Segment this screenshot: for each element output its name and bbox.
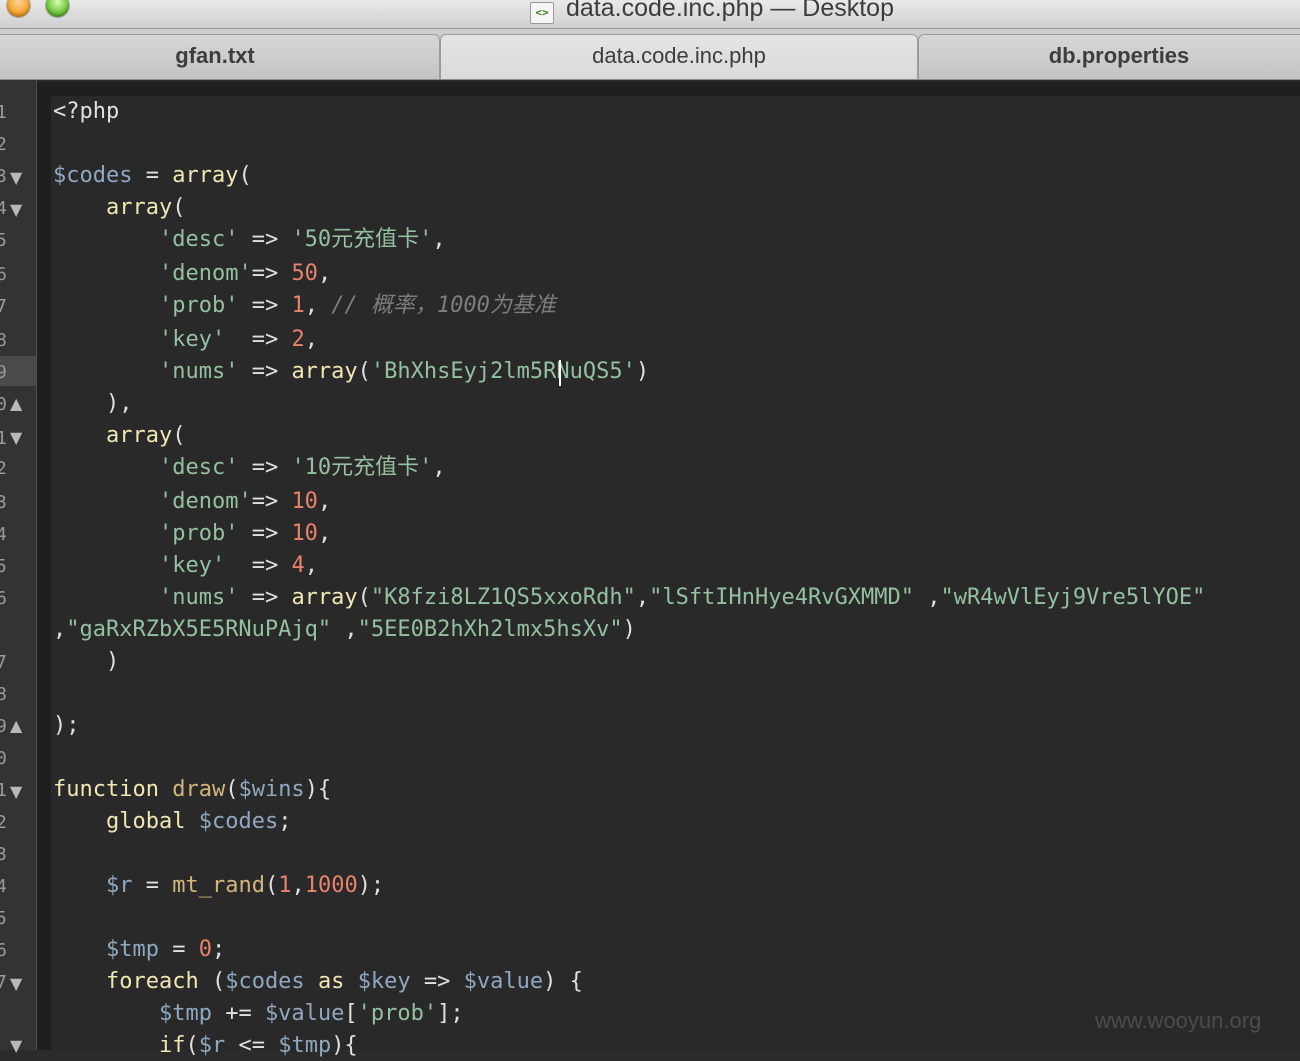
php-file-icon: <> bbox=[530, 2, 554, 24]
code-line[interactable]: 'key' => 4, bbox=[53, 551, 318, 581]
code-line[interactable]: 'denom'=> 10, bbox=[53, 487, 331, 517]
code-line[interactable]: 'desc' => '10元充值卡', bbox=[53, 453, 446, 483]
line-number: 3 bbox=[0, 166, 7, 187]
line-number: 5 bbox=[0, 230, 7, 251]
fold-collapse-icon[interactable]: ▼ bbox=[10, 428, 22, 447]
line-number: 7 bbox=[0, 972, 7, 993]
zoom-window-button[interactable] bbox=[46, 0, 69, 17]
code-line[interactable]: array( bbox=[53, 193, 185, 223]
code-line[interactable]: 'prob' => 10, bbox=[53, 519, 331, 549]
fold-expand-icon[interactable]: ▲ bbox=[10, 716, 22, 735]
code-line[interactable]: ); bbox=[53, 711, 80, 741]
line-number: 8 bbox=[0, 684, 7, 705]
fold-collapse-icon[interactable]: ▼ bbox=[10, 1036, 22, 1055]
code-line[interactable]: foreach ($codes as $key => $value) { bbox=[53, 967, 583, 997]
line-number: 6 bbox=[0, 588, 7, 609]
code-line[interactable]: 'desc' => '50元充值卡', bbox=[53, 225, 446, 255]
code-line[interactable]: function draw($wins){ bbox=[53, 775, 331, 805]
line-number: 4 bbox=[0, 524, 7, 545]
tab-bar: gfan.txt db.properties data.code.inc.php bbox=[0, 29, 1300, 80]
code-line[interactable]: 'key' => 2, bbox=[53, 325, 318, 355]
fold-expand-icon[interactable]: ▲ bbox=[10, 394, 22, 413]
code-line[interactable]: array( bbox=[53, 421, 185, 451]
code-line[interactable]: ) bbox=[53, 647, 119, 677]
fold-collapse-icon[interactable]: ▼ bbox=[10, 782, 22, 801]
line-number: 1 bbox=[0, 102, 7, 123]
watermark: www.wooyun.org bbox=[1095, 1008, 1262, 1033]
line-number: 8 bbox=[0, 330, 7, 351]
code-line[interactable]: if($r <= $tmp){ bbox=[53, 1031, 358, 1061]
line-number: 3 bbox=[0, 844, 7, 865]
code-line[interactable]: global $codes; bbox=[53, 807, 291, 837]
code-line[interactable]: ,"gaRxRZbX5E5RNuPAjq" ,"5EE0B2hXh2lmx5hs… bbox=[53, 615, 636, 645]
code-line[interactable]: 'denom'=> 50, bbox=[53, 259, 331, 289]
code-line[interactable]: $tmp += $value['prob']; bbox=[53, 999, 464, 1029]
code-line[interactable]: <?php bbox=[53, 97, 119, 127]
line-number: 2 bbox=[0, 812, 7, 833]
line-number: 6 bbox=[0, 264, 7, 285]
line-number: 4 bbox=[0, 876, 7, 897]
line-number: 9 bbox=[0, 716, 7, 737]
title-bar: <> data.code.inc.php — Desktop bbox=[0, 0, 1300, 29]
line-number: 1 bbox=[0, 428, 7, 449]
fold-collapse-icon[interactable]: ▼ bbox=[10, 200, 22, 219]
tab-data-code-inc-php[interactable]: data.code.inc.php bbox=[440, 34, 918, 79]
tab-db-properties[interactable]: db.properties bbox=[918, 34, 1300, 79]
line-number: 6 bbox=[0, 940, 7, 961]
line-number: 1 bbox=[0, 780, 7, 801]
code-line[interactable]: ), bbox=[53, 389, 133, 419]
line-number: 7 bbox=[0, 652, 7, 673]
line-number: 2 bbox=[0, 134, 7, 155]
close-window-button[interactable] bbox=[7, 0, 30, 17]
code-line[interactable]: 'nums' => array("K8fzi8LZ1QS5xxoRdh","lS… bbox=[53, 583, 1205, 613]
editor-left-border bbox=[37, 82, 51, 1050]
code-line[interactable]: $r = mt_rand(1,1000); bbox=[53, 871, 384, 901]
line-number: 0 bbox=[0, 394, 7, 415]
line-number: 3 bbox=[0, 492, 7, 513]
fold-collapse-icon[interactable]: ▼ bbox=[10, 974, 22, 993]
editor-top-border bbox=[51, 82, 1300, 96]
code-line[interactable]: $codes = array( bbox=[53, 161, 252, 191]
line-number: 7 bbox=[0, 296, 7, 317]
tab-gfan-txt[interactable]: gfan.txt bbox=[0, 34, 440, 79]
line-number: 4 bbox=[0, 198, 7, 219]
line-number: 0 bbox=[0, 748, 7, 769]
line-number: 5 bbox=[0, 556, 7, 577]
text-cursor bbox=[559, 360, 561, 386]
code-line[interactable]: 'prob' => 1, // 概率，1000为基准 bbox=[53, 291, 556, 321]
fold-collapse-icon[interactable]: ▼ bbox=[10, 168, 22, 187]
window-title: data.code.inc.php — Desktop bbox=[566, 0, 894, 22]
code-line[interactable]: $tmp = 0; bbox=[53, 935, 225, 965]
line-number: 5 bbox=[0, 908, 7, 929]
line-number: 2 bbox=[0, 458, 7, 479]
line-number: 9 bbox=[0, 362, 7, 383]
